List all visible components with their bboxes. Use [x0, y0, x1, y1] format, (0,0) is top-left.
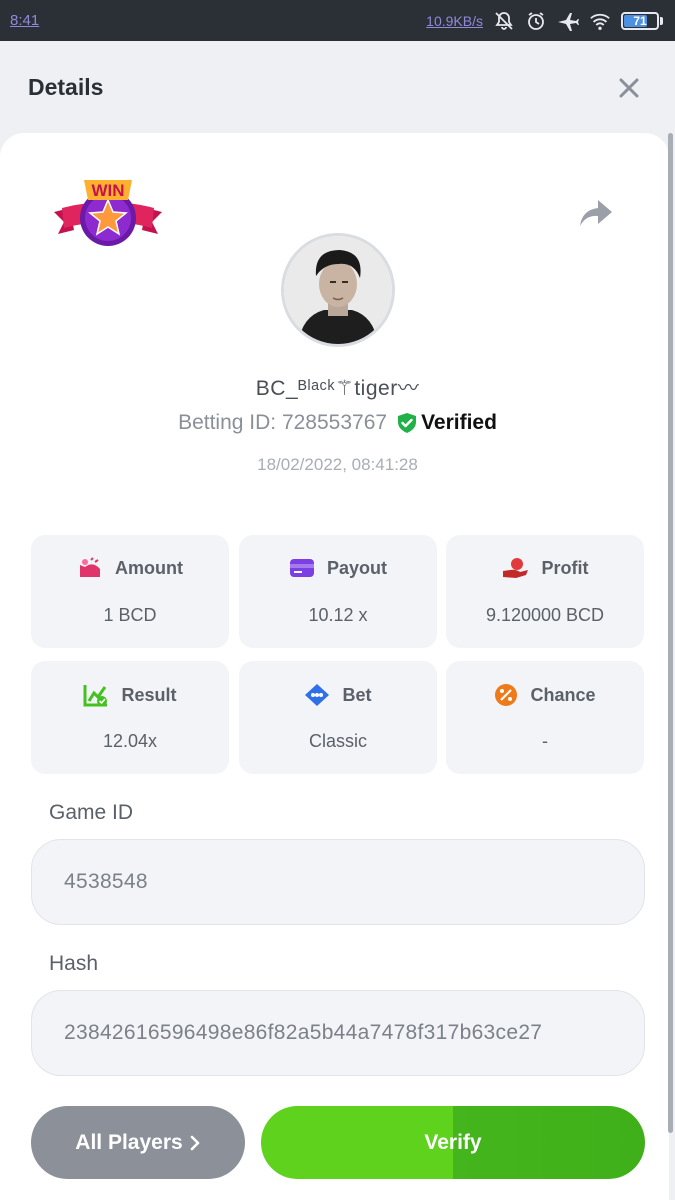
battery-icon: 71	[621, 11, 663, 31]
stat-payout-label: Payout	[326, 557, 387, 578]
chance-percent-icon	[495, 684, 518, 706]
shield-check-icon	[398, 413, 417, 433]
page-title: Details	[28, 74, 104, 100]
stat-profit-label: Profit	[541, 557, 589, 578]
share-icon	[580, 200, 612, 226]
stat-amount: Amount 1 BCD	[31, 535, 229, 648]
stat-bet-value: Classic	[308, 731, 367, 751]
betting-id-row: Betting ID: 728553767 Verified	[0, 411, 675, 435]
stat-profit: Profit 9.120000 BCD	[446, 535, 644, 648]
stat-profit-value: 9.120000 BCD	[485, 605, 605, 625]
stat-payout-value: 10.12 x	[308, 605, 368, 625]
network-speed: 10.9KB/s	[426, 12, 483, 29]
betting-id: Betting ID: 728553767	[178, 411, 388, 434]
verify-button[interactable]: Verify	[261, 1106, 645, 1179]
stat-result-value: 12.04x	[102, 731, 158, 751]
verified-badge: Verified	[397, 411, 497, 435]
bet-tag-icon	[305, 684, 330, 706]
battery-level: 71	[633, 13, 647, 28]
stat-result: Result 12.04x	[31, 661, 229, 774]
win-badge-text: WIN	[91, 181, 124, 200]
player-username: BC_ᴮˡᵃᶜᵏ⚚tiger〰	[255, 377, 420, 400]
close-button[interactable]	[612, 71, 646, 105]
stat-payout: Payout 10.12 x	[239, 535, 437, 648]
stat-result-label: Result	[121, 684, 177, 705]
stat-chance-label: Chance	[530, 684, 596, 705]
status-bar: 8:41 10.9KB/s 71	[0, 0, 675, 41]
verify-label: Verify	[424, 1130, 482, 1154]
scrollbar-thumb[interactable]	[668, 133, 673, 1133]
bell-off-icon	[493, 10, 515, 32]
bet-timestamp: 18/02/2022, 08:41:28	[257, 455, 418, 474]
airplane-icon	[557, 10, 579, 32]
profit-hand-icon	[502, 558, 528, 578]
wifi-icon	[589, 10, 611, 32]
game-id-label: Game ID	[49, 801, 134, 824]
stat-chance-value: -	[542, 731, 548, 751]
result-chart-icon	[83, 685, 108, 707]
stat-amount-label: Amount	[115, 557, 183, 578]
stat-amount-value: 1 BCD	[103, 605, 157, 625]
share-button[interactable]	[578, 196, 614, 230]
all-players-button[interactable]: All Players	[31, 1106, 245, 1179]
alarm-icon	[525, 10, 547, 32]
game-id-field[interactable]: 4538548	[31, 839, 645, 925]
amount-icon	[80, 557, 100, 577]
stat-chance: Chance -	[446, 661, 644, 774]
hash-label: Hash	[49, 952, 99, 975]
avatar[interactable]	[281, 233, 395, 347]
stat-bet-label: Bet	[342, 684, 372, 705]
close-icon	[619, 78, 639, 98]
stat-bet: Bet Classic	[239, 661, 437, 774]
status-icons: 10.9KB/s 71	[426, 10, 663, 32]
status-time: 8:41	[10, 12, 40, 29]
win-badge-icon: WIN	[52, 172, 164, 256]
chevron-right-icon	[190, 1135, 200, 1150]
payout-card-icon	[289, 559, 314, 577]
verified-label: Verified	[421, 411, 497, 434]
details-header: Details	[0, 41, 675, 136]
all-players-label: All Players	[75, 1130, 183, 1154]
hash-field[interactable]: 2384261659649​8e86f82a5b44a7478f317b63ce…	[31, 990, 645, 1076]
